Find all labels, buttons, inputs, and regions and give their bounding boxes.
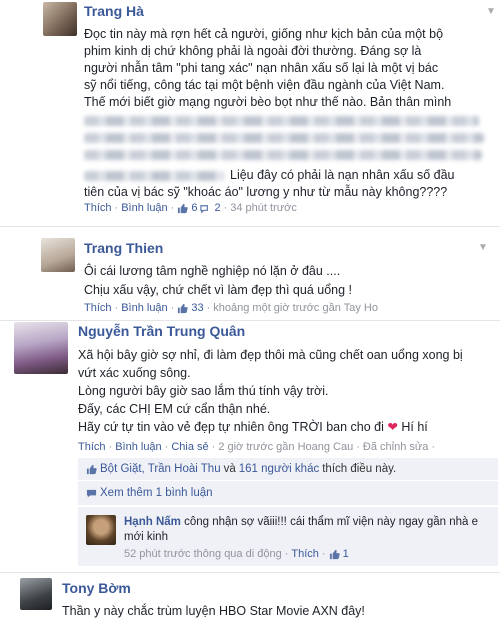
timestamp[interactable]: 34 phút trước <box>230 202 297 214</box>
blurred-text <box>84 116 479 126</box>
post-actions: Thích · Bình luận · 33 · khoảng một giờ trư… <box>84 302 378 314</box>
timestamp[interactable]: 2 giờ trước gần Hoang Cau <box>218 441 353 453</box>
comment-link[interactable]: Bình luận <box>121 202 167 214</box>
post-text-line: Xã hội bây giờ sợ nhỉ, đi làm đẹp thôi m… <box>78 348 463 362</box>
share-link[interactable]: Chia sẻ <box>171 441 208 453</box>
post-actions: Thích · Bình luận · 6 2 · 34 phút trước <box>84 202 297 214</box>
post-text-line: Đấy, các CHỊ EM cứ cẩn thận nhé. <box>78 402 271 416</box>
blurred-text <box>84 170 224 181</box>
avatar[interactable] <box>20 578 52 610</box>
post-text: Ôi cái lương tâm nghề nghiệp nó lặn ở đâ… <box>84 263 352 299</box>
likers-more-link[interactable]: 161 người khác <box>239 463 319 475</box>
blurred-text <box>84 150 482 160</box>
like-count[interactable]: 33 <box>191 302 203 314</box>
likers-names[interactable]: Bột Giặt, Trần Hoài Thu <box>100 463 221 475</box>
post-text: Thần y này chắc trùm luyện HBO Star Movi… <box>62 603 365 620</box>
like-count[interactable]: 6 <box>191 202 197 214</box>
comment-icon <box>86 489 97 497</box>
post-text-line: Đọc tin này mà rợn hết cả người, giống n… <box>84 27 444 41</box>
reply-text-line: công nhận sợ vãiii!!! cái thẩm mĩ viện n… <box>184 516 479 528</box>
thumbs-up-icon <box>178 303 189 313</box>
like-link[interactable]: Thích <box>84 202 112 214</box>
post-text-line: người nhẫn tâm "phi tang xác" nạn nhân x… <box>84 61 439 75</box>
avatar[interactable] <box>14 322 68 374</box>
post-actions: Thích · Bình luận · Chia sẻ · 2 giờ trước g… <box>78 441 436 453</box>
heart-icon: ❤ <box>387 420 398 434</box>
post-text-line: vứt xác xuống sông. <box>78 366 191 380</box>
post-text-line: Lòng người bây giờ sao lắm thú tính vậy … <box>78 384 329 398</box>
reply-author[interactable]: Hạnh Nấm <box>124 516 181 528</box>
post-text-line: sỹ nổi tiếng, công tác tại một bệnh viện… <box>84 78 445 92</box>
reply-timestamp[interactable]: 52 phút trước thông qua di động <box>124 548 282 560</box>
edited-label[interactable]: Đã chỉnh sửa <box>363 441 428 453</box>
author-name[interactable]: Nguyễn Trần Trung Quân <box>78 323 245 339</box>
post-text-line: Chịu xấu vậy, chứ chết vì làm đẹp thì qu… <box>84 283 353 297</box>
likes-summary: Bột Giặt, Trần Hoài Thu và 161 người khá… <box>86 463 396 475</box>
like-link[interactable]: Thích <box>291 548 319 560</box>
author-name[interactable]: Trang Hà <box>84 3 144 19</box>
thumbs-up-icon <box>329 549 340 559</box>
blurred-text <box>84 133 484 143</box>
post-text: Xã hội bây giờ sợ nhỉ, đi làm đẹp thôi m… <box>78 346 463 436</box>
comment-link[interactable]: Bình luận <box>121 302 167 314</box>
reply-actions: 52 phút trước thông qua di động · Thích · … <box>124 548 349 560</box>
avatar[interactable] <box>86 515 116 545</box>
post-text-line: tiên của vị bác sỹ "khoác áo" lương y nh… <box>84 185 448 199</box>
author-name[interactable]: Tony Bờm <box>62 580 131 596</box>
like-link[interactable]: Thích <box>84 302 112 314</box>
reply-text: Hạnh Nấm công nhận sợ vãiii!!! cái thẩm … <box>124 515 478 545</box>
author-name[interactable]: Trang Thien <box>84 240 163 256</box>
reply-text-line: mới kinh <box>124 531 168 543</box>
thumbs-up-icon <box>86 464 97 474</box>
like-count[interactable]: 1 <box>343 548 349 560</box>
share-icon <box>200 204 209 214</box>
like-link[interactable]: Thích <box>78 441 106 453</box>
view-more-comments-link[interactable]: Xem thêm 1 bình luận <box>100 487 213 499</box>
post-text: Đọc tin này mà rợn hết cả người, giống n… <box>84 26 484 201</box>
avatar[interactable] <box>43 2 77 36</box>
post-text-line: phim kinh dị chứ không phải là ngoài đời… <box>84 44 422 58</box>
post-text-line: Hãy cứ tự tin vào vẻ đẹp tự nhiên ông TR… <box>78 420 428 434</box>
timestamp[interactable]: khoảng một giờ trước gần Tay Ho <box>213 302 378 314</box>
comment-link[interactable]: Bình luận <box>115 441 161 453</box>
post-text-line: Liệu đây có phải là nạn nhân xấu số đầu <box>230 168 455 182</box>
thumbs-up-icon <box>178 203 189 213</box>
avatar[interactable] <box>41 238 75 272</box>
more-comments: Xem thêm 1 bình luận <box>86 487 213 499</box>
chevron-down-icon[interactable]: ▼ <box>478 242 488 253</box>
post-text-line: Thế mới biết giờ mạng người bèo bọt như … <box>84 95 452 109</box>
post-text-line: Thần y này chắc trùm luyện HBO Star Movi… <box>62 604 365 618</box>
share-count[interactable]: 2 <box>214 202 220 214</box>
post-text-line: Ôi cái lương tâm nghề nghiệp nó lặn ở đâ… <box>84 264 341 278</box>
chevron-down-icon[interactable]: ▼ <box>486 6 496 17</box>
